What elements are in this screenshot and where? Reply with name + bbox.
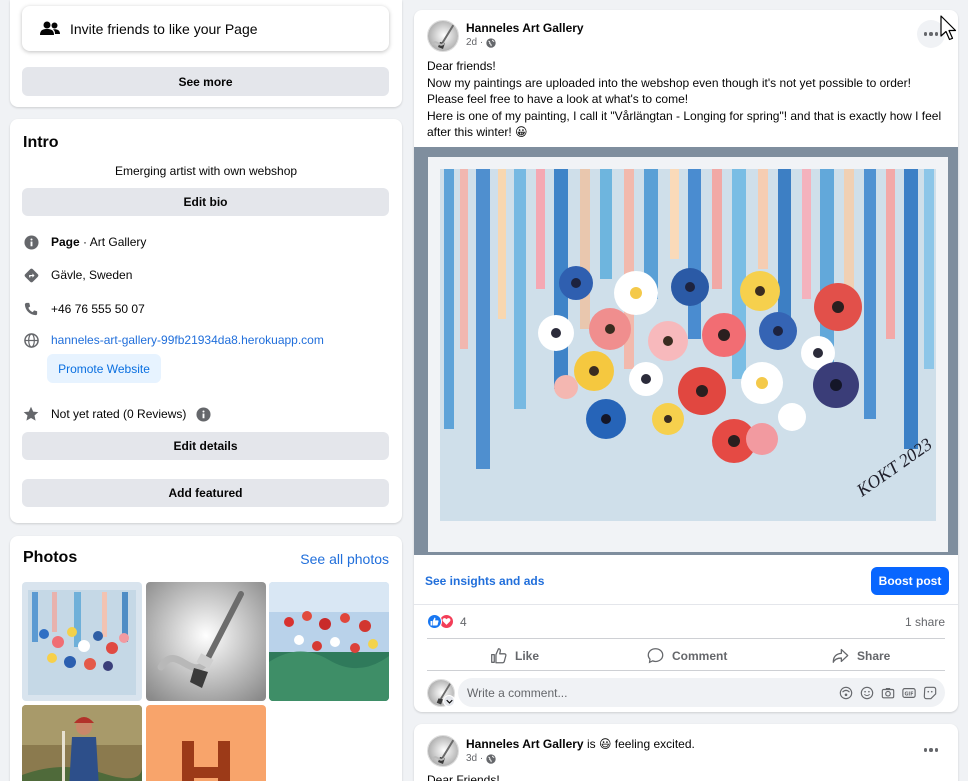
author-avatar[interactable] [427, 20, 459, 52]
public-globe-icon [486, 37, 496, 48]
avatar-chevron-down-icon[interactable] [443, 695, 455, 707]
post-time[interactable]: 2d · [466, 37, 483, 48]
reactions-summary[interactable]: 4 [427, 614, 467, 629]
photo-thumb-brush-logo[interactable] [146, 582, 266, 701]
photos-card: Photos See all photos [10, 536, 402, 781]
camera-icon[interactable] [881, 686, 895, 700]
invite-label: Invite friends to like your Page [70, 20, 258, 37]
post-text-line: after this winter! 😀 [427, 125, 528, 139]
comment-placeholder: Write a comment... [467, 685, 568, 700]
like-reaction-icon [427, 614, 442, 629]
info-icon [23, 234, 39, 250]
thumbs-up-icon [491, 648, 507, 664]
see-insights-link[interactable]: See insights and ads [425, 574, 544, 588]
category-page: Page [51, 235, 80, 249]
post-text-line: Now my paintings are uploaded into the w… [427, 75, 911, 90]
mouse-cursor-icon [940, 15, 957, 41]
emoji-icon[interactable] [860, 686, 874, 700]
public-globe-icon [486, 753, 496, 764]
promote-website-button[interactable]: Promote Website [47, 354, 161, 383]
avatar-sticker-icon[interactable] [839, 686, 853, 700]
intro-bio: Emerging artist with own webshop [114, 164, 298, 178]
post-time[interactable]: 3d · [466, 753, 483, 764]
photo-thumb-figure-painting[interactable] [22, 705, 142, 781]
post-text-line: Here is one of my painting, I call it "V… [427, 108, 942, 123]
rating-row: Not yet rated (0 Reviews) [23, 406, 211, 422]
sticker-icon[interactable] [923, 686, 937, 700]
feeling-text: is 😃 feeling excited. [583, 737, 695, 751]
divider [427, 670, 945, 671]
like-label: Like [515, 648, 540, 663]
post-text-line: Dear friends! [427, 59, 496, 73]
photo-thumb-h-logo[interactable] [146, 705, 266, 781]
post-text-line: Dear Friends! [427, 773, 500, 781]
comment-button[interactable]: Comment [647, 647, 727, 664]
share-button[interactable]: Share [832, 647, 890, 664]
invite-friends-button[interactable]: Invite friends to like your Page [22, 6, 389, 51]
post-author-name[interactable]: Hanneles Art Gallery [466, 737, 584, 751]
people-icon [40, 21, 60, 35]
rating-info-icon[interactable] [196, 406, 211, 422]
author-avatar[interactable] [427, 735, 459, 767]
divider [414, 604, 958, 605]
comment-label: Comment [672, 648, 728, 663]
post-meta: 3d · [466, 753, 496, 764]
see-more-button[interactable]: See more [22, 67, 389, 96]
svg-text:GIF: GIF [905, 691, 914, 697]
photo-thumb-flowers-painting[interactable] [22, 582, 142, 701]
phone-row: +46 76 555 50 07 [23, 301, 145, 317]
globe-icon [23, 332, 39, 348]
category-row: Page · Art Gallery [23, 234, 146, 250]
directions-icon [23, 267, 39, 283]
post-header-line: Hanneles Art Gallery is 😃 feeling excite… [466, 737, 695, 751]
invite-card: Invite friends to like your Page See mor… [10, 0, 402, 107]
comment-tools: GIF [839, 686, 945, 700]
boost-post-button[interactable]: Boost post [871, 567, 949, 595]
photos-title: Photos [23, 549, 78, 566]
location-row: Gävle, Sweden [23, 267, 132, 283]
post-card-1: Hanneles Art Gallery 2d · Dear friends! … [414, 10, 958, 712]
post-image-painting[interactable]: KOKT 2023 [414, 147, 958, 555]
edit-details-button[interactable]: Edit details [22, 432, 389, 460]
post-meta: 2d · [466, 37, 496, 48]
comment-input[interactable]: Write a comment... GIF [458, 678, 945, 707]
like-button[interactable]: Like [490, 647, 539, 664]
post-text-line: Please feel free to have a look at what'… [427, 92, 689, 106]
website-row: hanneles-art-gallery-99fb21934da8.heroku… [23, 332, 324, 348]
divider [427, 638, 945, 639]
post-author-name[interactable]: Hanneles Art Gallery [466, 21, 584, 35]
post-card-2: Hanneles Art Gallery is 😃 feeling excite… [414, 724, 958, 781]
phone-icon [23, 301, 39, 317]
see-all-photos-link[interactable]: See all photos [300, 551, 389, 567]
phone-text: +46 76 555 50 07 [51, 302, 145, 316]
post-options-button[interactable] [917, 736, 945, 764]
photo-thumb-red-flowers[interactable] [269, 582, 389, 701]
gif-icon[interactable]: GIF [902, 686, 916, 700]
post-text: Dear friends! Now my paintings are uploa… [427, 58, 949, 141]
add-featured-button[interactable]: Add featured [22, 479, 389, 507]
location-text: Gävle, Sweden [51, 268, 133, 282]
intro-card: Intro Emerging artist with own webshop E… [10, 119, 402, 523]
star-icon [23, 406, 39, 422]
share-label: Share [857, 648, 891, 663]
edit-bio-button[interactable]: Edit bio [22, 188, 389, 216]
intro-title: Intro [23, 134, 59, 151]
comment-bubble-icon [647, 648, 664, 664]
reactions-count: 4 [460, 614, 467, 629]
shares-count[interactable]: 1 share [905, 615, 945, 629]
share-arrow-icon [832, 648, 849, 663]
website-link[interactable]: hanneles-art-gallery-99fb21934da8.heroku… [51, 333, 324, 347]
rating-text: Not yet rated (0 Reviews) [51, 407, 187, 421]
category-text: · Art Gallery [79, 235, 147, 249]
